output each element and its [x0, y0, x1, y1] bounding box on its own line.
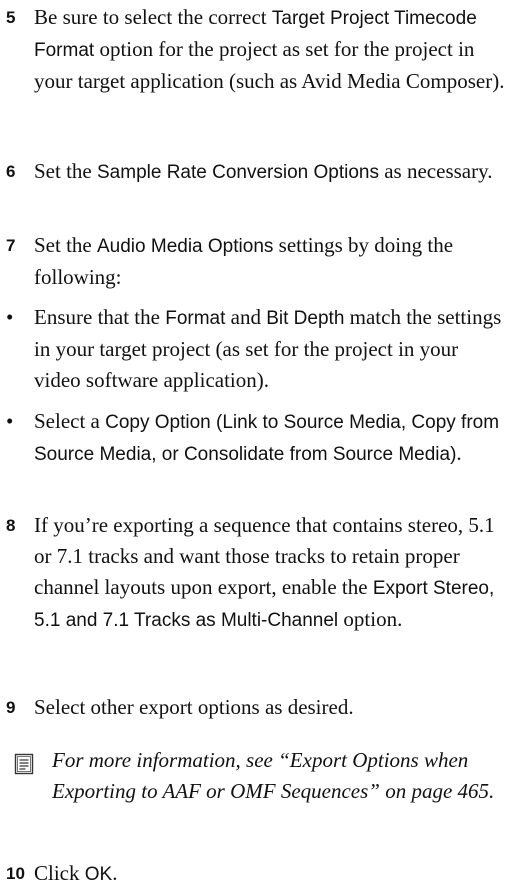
step-number: 5 — [6, 8, 16, 27]
step-number: 9 — [6, 698, 16, 717]
step-text: Set the Audio Media Options settings by … — [34, 233, 454, 289]
bullet-item: • Ensure that the Format and Bit Depth m… — [6, 302, 506, 396]
step-5: 5 Be sure to select the correct Target P… — [6, 2, 506, 97]
step-10: 10 Click OK. — [6, 858, 506, 890]
step-9: 9 Select other export options as desired… — [6, 692, 506, 723]
note-callout: For more information, see “Export Option… — [12, 745, 506, 807]
bullet-item: • Select a Copy Option (Link to Source M… — [6, 406, 506, 470]
step-text: Click OK. — [34, 861, 118, 885]
step-number: 10 — [6, 864, 25, 883]
ui-term: Format — [165, 308, 226, 329]
step-text: Select other export options as desired. — [34, 695, 354, 719]
step-text: Set the Sample Rate Conversion Options a… — [34, 159, 493, 183]
ui-term: Sample Rate Conversion Options — [97, 162, 379, 183]
step-text: Be sure to select the correct Target Pro… — [34, 5, 505, 93]
note-icon — [14, 753, 34, 775]
step-number: 6 — [6, 162, 16, 181]
ui-term: Audio Media Options — [97, 236, 274, 257]
step-number: 8 — [6, 516, 16, 535]
step-6: 6 Set the Sample Rate Conversion Options… — [6, 156, 506, 188]
manual-page: 5 Be sure to select the correct Target P… — [0, 0, 512, 893]
step-8: 8 If you’re exporting a sequence that co… — [6, 510, 506, 636]
bullet-text: Ensure that the Format and Bit Depth mat… — [34, 305, 502, 392]
step-number: 7 — [6, 236, 16, 255]
step-7: 7 Set the Audio Media Options settings b… — [6, 230, 506, 293]
step-text: If you’re exporting a sequence that cont… — [34, 513, 495, 631]
bullet-text: Select a Copy Option (Link to Source Med… — [34, 409, 500, 465]
note-text: For more information, see “Export Option… — [52, 748, 495, 803]
bullet-marker: • — [6, 305, 14, 329]
ui-term: OK — [84, 864, 113, 885]
ui-term: Bit Depth — [266, 308, 345, 329]
bullet-marker: • — [6, 409, 14, 433]
